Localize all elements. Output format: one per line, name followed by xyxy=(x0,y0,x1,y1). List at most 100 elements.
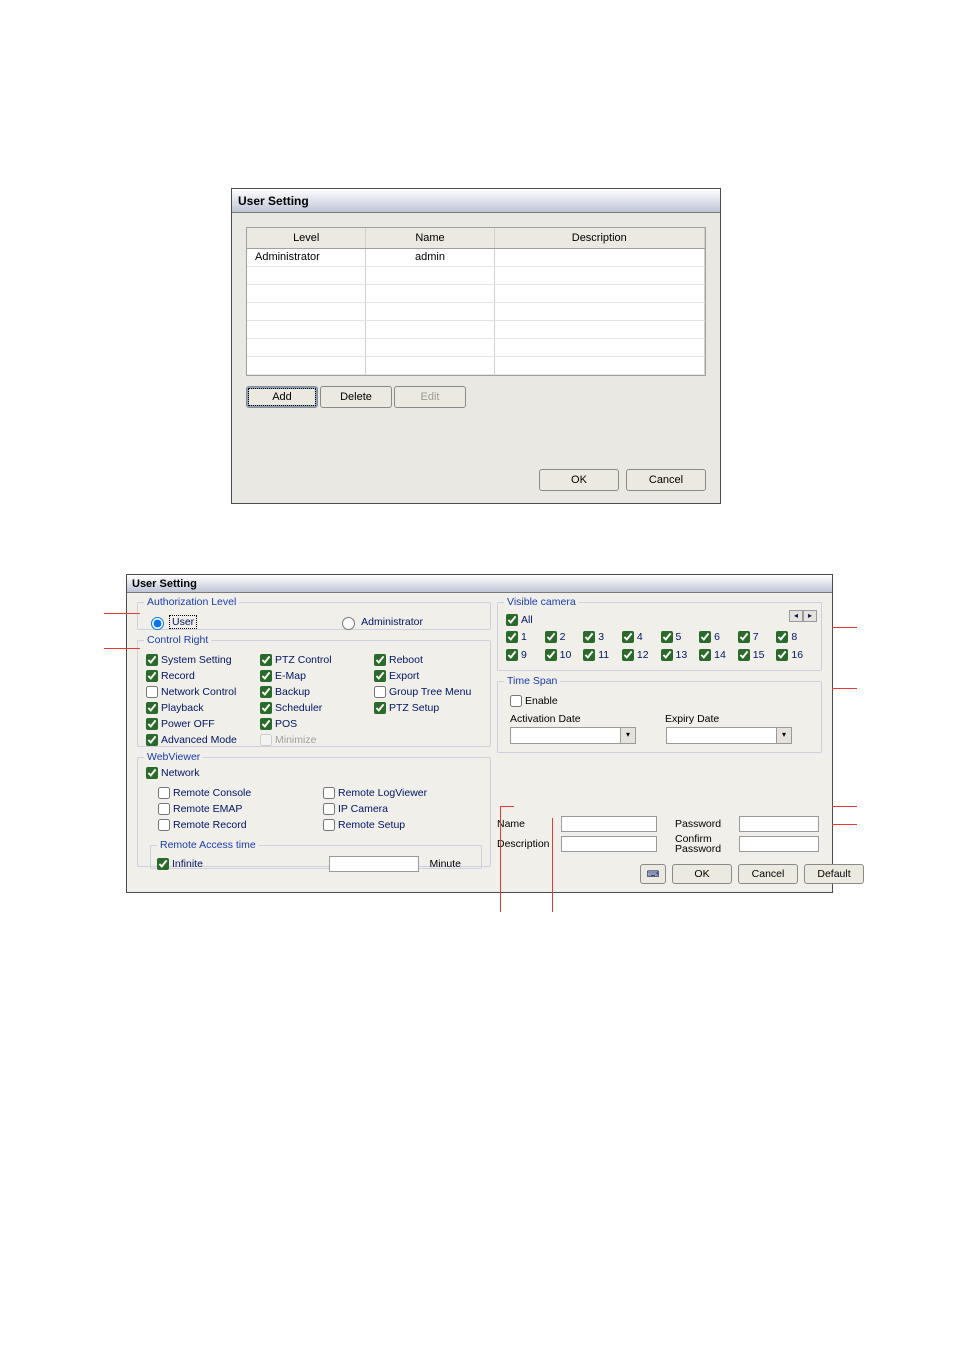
checkbox-network[interactable] xyxy=(146,767,158,779)
checkbox-ctrl3-2[interactable] xyxy=(374,686,386,698)
name-input[interactable] xyxy=(561,816,657,832)
checkbox-ctrl3-3[interactable] xyxy=(374,702,386,714)
checkbox-label[interactable]: E-Map xyxy=(275,670,306,682)
chevron-down-icon[interactable]: ▾ xyxy=(620,728,635,743)
checkbox-label[interactable]: Scheduler xyxy=(275,702,322,714)
checkbox-label[interactable]: Reboot xyxy=(389,654,423,666)
checkbox-camera-label[interactable]: 8 xyxy=(791,631,797,643)
checkbox-ctrl2-4[interactable] xyxy=(260,718,272,730)
checkbox-camera-11[interactable] xyxy=(583,649,595,661)
col-name[interactable]: Name xyxy=(366,228,494,248)
cancel-button[interactable]: Cancel xyxy=(626,469,706,491)
checkbox-camera-6[interactable] xyxy=(699,631,711,643)
checkbox-ctrl2-2[interactable] xyxy=(260,686,272,698)
checkbox-camera-13[interactable] xyxy=(661,649,673,661)
checkbox-label[interactable]: Playback xyxy=(161,702,204,714)
camera-pager-next[interactable]: ▸ xyxy=(803,610,817,622)
checkbox-camera-label[interactable]: 9 xyxy=(521,649,527,661)
checkbox-infinite[interactable] xyxy=(157,858,169,870)
table-row[interactable] xyxy=(247,320,705,338)
checkbox-label[interactable]: Export xyxy=(389,670,419,682)
description-input[interactable] xyxy=(561,836,657,852)
checkbox-label[interactable]: Remote Setup xyxy=(338,819,405,831)
checkbox-camera-label[interactable]: 11 xyxy=(598,649,609,661)
col-level[interactable]: Level xyxy=(247,228,366,248)
checkbox-label[interactable]: System Setting xyxy=(161,654,232,666)
checkbox-enable-label[interactable]: Enable xyxy=(525,695,558,707)
ok-button[interactable]: OK xyxy=(672,864,732,884)
checkbox-web1-2[interactable] xyxy=(158,819,170,831)
table-row[interactable] xyxy=(247,302,705,320)
radio-user-label[interactable]: User xyxy=(169,615,197,629)
checkbox-camera-8[interactable] xyxy=(776,631,788,643)
delete-button[interactable]: Delete xyxy=(320,386,392,408)
checkbox-ctrl1-4[interactable] xyxy=(146,718,158,730)
password-input[interactable] xyxy=(739,816,819,832)
checkbox-web1-0[interactable] xyxy=(158,787,170,799)
checkbox-label[interactable]: Record xyxy=(161,670,195,682)
checkbox-camera-label[interactable]: 3 xyxy=(598,631,604,643)
col-description[interactable]: Description xyxy=(494,228,704,248)
camera-pager-prev[interactable]: ◂ xyxy=(789,610,803,622)
checkbox-network-label[interactable]: Network xyxy=(161,767,200,779)
checkbox-camera-12[interactable] xyxy=(622,649,634,661)
radio-user[interactable] xyxy=(151,617,164,630)
checkbox-ctrl3-0[interactable] xyxy=(374,654,386,666)
checkbox-camera-label[interactable]: 12 xyxy=(637,649,649,661)
on-screen-keyboard-button[interactable]: ⌨ xyxy=(640,864,666,884)
checkbox-label[interactable]: PTZ Control xyxy=(275,654,332,666)
checkbox-web2-1[interactable] xyxy=(323,803,335,815)
checkbox-camera-label[interactable]: 1 xyxy=(521,631,527,643)
checkbox-label[interactable]: PTZ Setup xyxy=(389,702,439,714)
checkbox-ctrl2-5[interactable] xyxy=(260,734,272,746)
checkbox-ctrl1-0[interactable] xyxy=(146,654,158,666)
checkbox-infinite-label[interactable]: Infinite xyxy=(172,858,203,870)
checkbox-label[interactable]: Backup xyxy=(275,686,310,698)
checkbox-camera-label[interactable]: 6 xyxy=(714,631,720,643)
checkbox-camera-label[interactable]: 10 xyxy=(560,649,572,661)
checkbox-camera-10[interactable] xyxy=(545,649,557,661)
ok-button[interactable]: OK xyxy=(539,469,619,491)
checkbox-label[interactable]: Advanced Mode xyxy=(161,734,237,746)
checkbox-label[interactable]: Remote Console xyxy=(173,787,251,799)
checkbox-camera-1[interactable] xyxy=(506,631,518,643)
table-row[interactable]: Administratoradmin xyxy=(247,248,705,266)
activation-date-picker[interactable]: ▾ xyxy=(510,727,636,744)
cancel-button[interactable]: Cancel xyxy=(738,864,798,884)
checkbox-camera-5[interactable] xyxy=(661,631,673,643)
checkbox-label[interactable]: Minimize xyxy=(275,734,316,746)
table-row[interactable] xyxy=(247,266,705,284)
checkbox-ctrl1-3[interactable] xyxy=(146,702,158,714)
checkbox-camera-label[interactable]: 2 xyxy=(560,631,566,643)
checkbox-camera-9[interactable] xyxy=(506,649,518,661)
checkbox-ctrl1-1[interactable] xyxy=(146,670,158,682)
checkbox-label[interactable]: Group Tree Menu xyxy=(389,686,471,698)
checkbox-camera-label[interactable]: 13 xyxy=(676,649,688,661)
checkbox-camera-4[interactable] xyxy=(622,631,634,643)
checkbox-ctrl3-1[interactable] xyxy=(374,670,386,682)
checkbox-web2-0[interactable] xyxy=(323,787,335,799)
table-row[interactable] xyxy=(247,338,705,356)
minute-input[interactable] xyxy=(329,856,419,872)
checkbox-label[interactable]: Remote EMAP xyxy=(173,803,242,815)
checkbox-ctrl2-0[interactable] xyxy=(260,654,272,666)
checkbox-label[interactable]: IP Camera xyxy=(338,803,388,815)
checkbox-web2-2[interactable] xyxy=(323,819,335,831)
checkbox-enable[interactable] xyxy=(510,695,522,707)
checkbox-label[interactable]: Remote Record xyxy=(173,819,247,831)
chevron-down-icon[interactable]: ▾ xyxy=(776,728,791,743)
checkbox-camera-label[interactable]: 16 xyxy=(791,649,803,661)
checkbox-label[interactable]: Network Control xyxy=(161,686,236,698)
table-row[interactable] xyxy=(247,356,705,374)
expiry-date-picker[interactable]: ▾ xyxy=(666,727,792,744)
checkbox-camera-all[interactable] xyxy=(506,614,518,626)
table-row[interactable] xyxy=(247,284,705,302)
checkbox-ctrl2-3[interactable] xyxy=(260,702,272,714)
checkbox-camera-label[interactable]: 14 xyxy=(714,649,726,661)
checkbox-ctrl2-1[interactable] xyxy=(260,670,272,682)
checkbox-camera-3[interactable] xyxy=(583,631,595,643)
checkbox-camera-label[interactable]: 7 xyxy=(753,631,759,643)
checkbox-camera-all-label[interactable]: All xyxy=(521,614,533,626)
checkbox-camera-14[interactable] xyxy=(699,649,711,661)
checkbox-ctrl1-5[interactable] xyxy=(146,734,158,746)
